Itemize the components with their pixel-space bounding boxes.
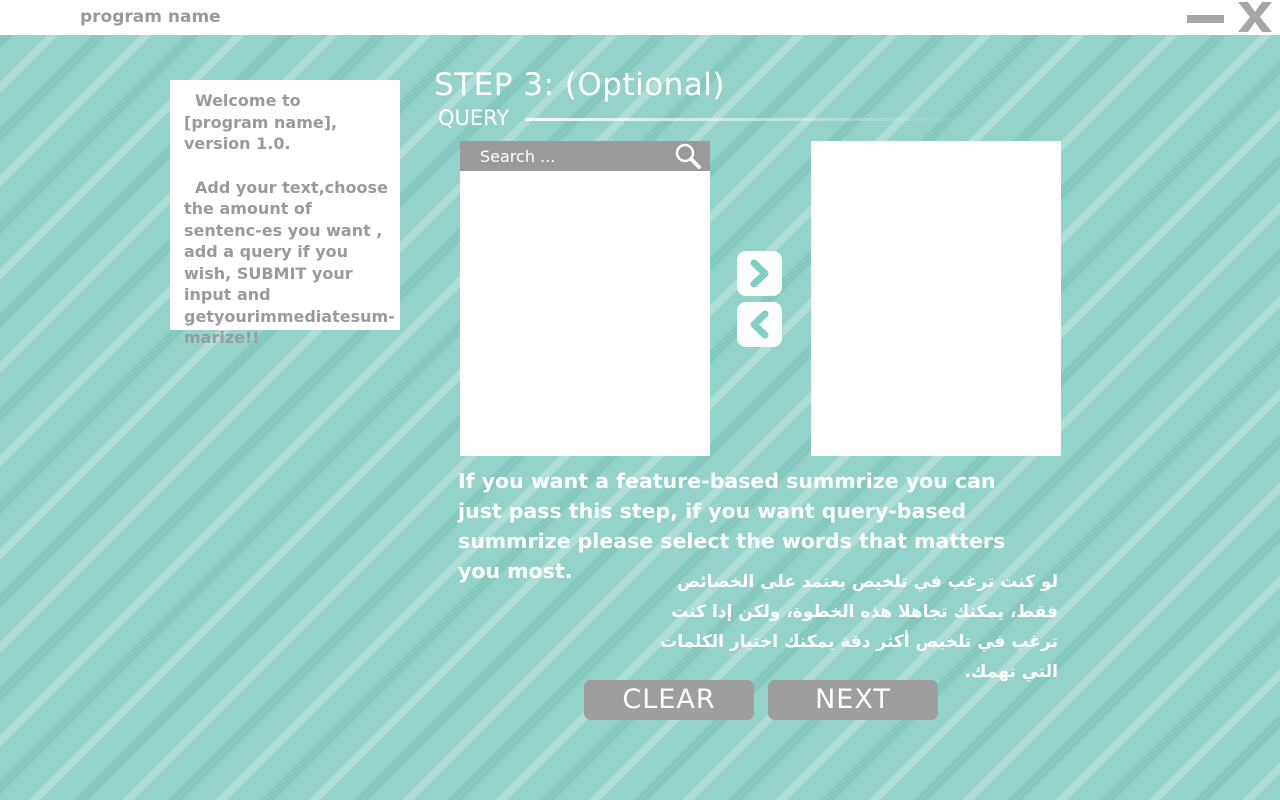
instructions-text: Add your text,choose the amount of sente… <box>184 177 395 348</box>
chevron-left-icon <box>750 310 769 339</box>
source-words-list[interactable] <box>460 141 710 456</box>
add-selected-button[interactable] <box>737 251 782 296</box>
minimize-icon[interactable] <box>1187 15 1224 23</box>
section-label: QUERY <box>438 106 510 130</box>
remove-selected-button[interactable] <box>737 302 782 347</box>
search-icon[interactable] <box>674 142 702 170</box>
search-input[interactable] <box>460 141 670 171</box>
app-name: program name <box>80 7 221 27</box>
selected-words-list[interactable] <box>811 141 1061 456</box>
chevron-right-icon <box>750 259 769 288</box>
search-bar <box>460 141 710 171</box>
app-window: program name Welcome to [program name], … <box>0 0 1280 800</box>
info-panel: Welcome to [program name], version 1.0. … <box>170 80 400 347</box>
help-text-arabic: لو كنت ترغب في تلخيص يعتمد على الخصائص ف… <box>660 572 1058 682</box>
next-button[interactable]: NEXT <box>768 680 938 720</box>
step-title: STEP 3: (Optional) <box>434 67 726 103</box>
welcome-text: Welcome to [program name], version 1.0. <box>184 91 338 153</box>
title-bar: program name <box>0 0 1280 35</box>
clear-button[interactable]: CLEAR <box>584 680 754 720</box>
close-icon[interactable] <box>1238 2 1272 32</box>
section-divider <box>525 118 975 121</box>
